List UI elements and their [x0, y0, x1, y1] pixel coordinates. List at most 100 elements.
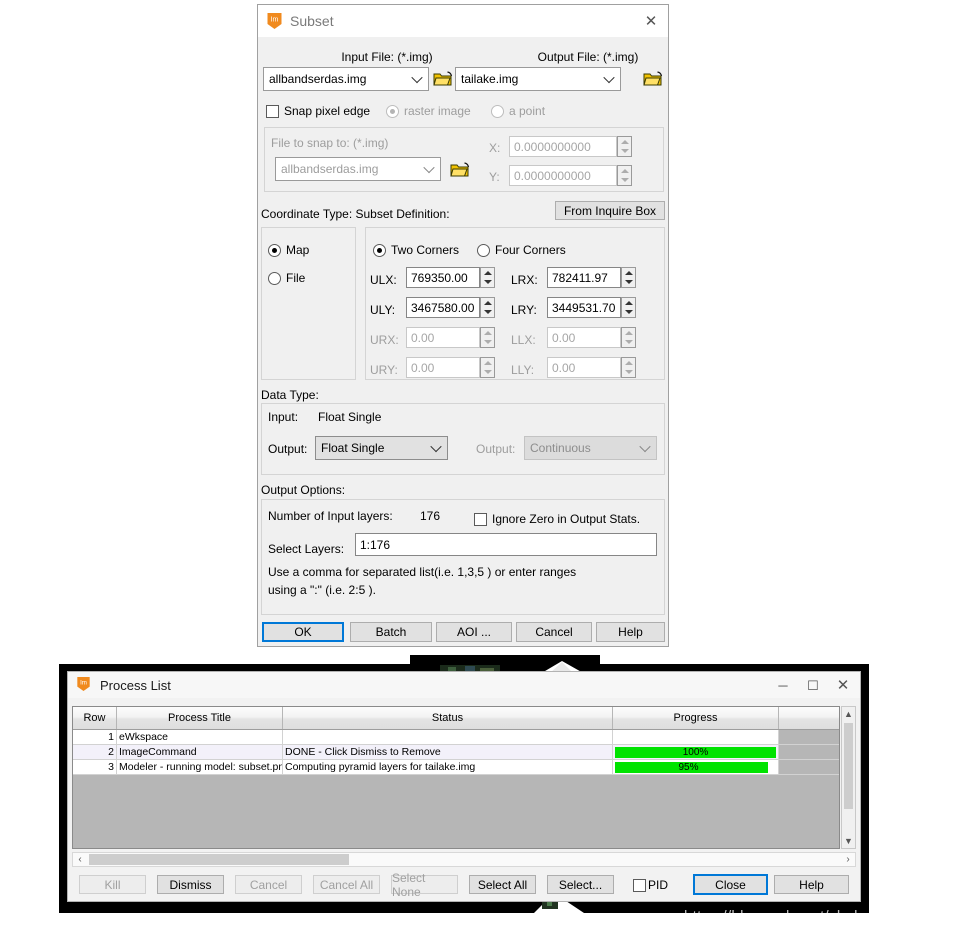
spinner-down[interactable]	[622, 337, 635, 346]
column-header-progress[interactable]: Progress	[613, 707, 779, 729]
llx-input[interactable]: 0.00	[547, 327, 621, 348]
chevron-left-icon[interactable]: ‹	[73, 854, 87, 865]
lly-spinner[interactable]	[621, 357, 636, 378]
dismiss-button[interactable]: Dismiss	[157, 875, 224, 894]
table-row[interactable]: 3 Modeler - running model: subset.pmdl C…	[73, 760, 839, 775]
cancel-button[interactable]: Cancel	[516, 622, 592, 642]
file-to-snap-combo[interactable]: allbandserdas.img	[275, 157, 441, 181]
chevron-up-icon[interactable]: ▲	[842, 707, 855, 721]
spinner-down[interactable]	[481, 277, 494, 286]
select-all-button[interactable]: Select All	[469, 875, 536, 894]
spinner-down[interactable]	[481, 307, 494, 316]
spinner-down[interactable]	[622, 277, 635, 286]
column-header-row[interactable]: Row	[73, 707, 117, 729]
data-type-input-label: Input:	[268, 410, 299, 424]
chevron-down-icon	[432, 443, 441, 452]
four-corners-radio[interactable]: Four Corners	[477, 243, 566, 257]
from-inquire-box-button[interactable]: From Inquire Box	[555, 201, 665, 220]
data-type-output2-value: Continuous	[530, 441, 591, 455]
close-icon[interactable]: ✕	[828, 670, 858, 700]
spinner-up[interactable]	[622, 298, 635, 307]
spinner-up[interactable]	[481, 328, 494, 337]
data-type-input-value: Float Single	[318, 410, 382, 424]
snap-pixel-edge-checkbox[interactable]: Snap pixel edge	[266, 104, 370, 118]
ulx-input[interactable]: 769350.00	[406, 267, 480, 288]
column-header-status[interactable]: Status	[283, 707, 613, 729]
table-row[interactable]: 2 ImageCommand DONE - Click Dismiss to R…	[73, 745, 839, 760]
process-table-header: Row Process Title Status Progress	[73, 707, 839, 730]
snap-pixel-edge-label: Snap pixel edge	[284, 104, 371, 118]
spinner-down[interactable]	[622, 307, 635, 316]
snap-x-spinner[interactable]	[617, 136, 632, 157]
ulx-spinner[interactable]	[480, 267, 495, 288]
select-none-button[interactable]: Select None	[391, 871, 458, 899]
lrx-spinner[interactable]	[621, 267, 636, 288]
llx-spinner[interactable]	[621, 327, 636, 348]
spinner-up[interactable]	[618, 166, 631, 175]
spinner-down[interactable]	[618, 146, 631, 155]
select-dialog-button[interactable]: Select...	[547, 875, 614, 894]
urx-spinner[interactable]	[480, 327, 495, 348]
scrollbar-thumb[interactable]	[844, 723, 853, 809]
spinner-up[interactable]	[622, 268, 635, 277]
chevron-right-icon[interactable]: ›	[841, 854, 855, 865]
spinner-up[interactable]	[481, 358, 494, 367]
lry-spinner[interactable]	[621, 297, 636, 318]
scrollbar-track[interactable]	[87, 854, 841, 865]
spinner-up[interactable]	[618, 137, 631, 146]
close-button[interactable]: Close	[693, 874, 768, 895]
pid-checkbox[interactable]: PID	[633, 878, 668, 892]
ok-button[interactable]: OK	[262, 622, 344, 642]
spinner-down[interactable]	[618, 175, 631, 184]
lry-input[interactable]: 3449531.70	[547, 297, 621, 318]
spinner-up[interactable]	[622, 328, 635, 337]
help-button[interactable]: Help	[774, 875, 849, 894]
uly-spinner[interactable]	[480, 297, 495, 318]
aoi-button[interactable]: AOI ...	[436, 622, 512, 642]
maximize-icon[interactable]: ☐	[798, 670, 828, 700]
scrollbar-thumb[interactable]	[89, 854, 349, 865]
spinner-up[interactable]	[481, 298, 494, 307]
minimize-icon[interactable]: ─	[768, 670, 798, 700]
input-file-combo[interactable]: allbandserdas.img	[263, 67, 429, 91]
uly-input[interactable]: 3467580.00	[406, 297, 480, 318]
cancel-button[interactable]: Cancel	[235, 875, 302, 894]
column-header-process-title[interactable]: Process Title	[117, 707, 283, 729]
output-file-combo[interactable]: tailake.img	[455, 67, 621, 91]
coord-type-file-radio[interactable]: File	[268, 271, 305, 285]
cancel-all-button[interactable]: Cancel All	[313, 875, 380, 894]
ignore-zero-checkbox[interactable]: Ignore Zero in Output Stats.	[474, 512, 640, 526]
snap-y-input[interactable]: 0.0000000000	[509, 165, 617, 186]
ury-input[interactable]: 0.00	[406, 357, 480, 378]
input-file-value: allbandserdas.img	[269, 72, 367, 86]
open-folder-icon[interactable]	[433, 70, 453, 88]
chevron-down-icon[interactable]: ▼	[842, 834, 855, 848]
kill-button[interactable]: Kill	[79, 875, 146, 894]
table-row[interactable]: 1 eWkspace	[73, 730, 839, 745]
open-folder-icon[interactable]	[643, 70, 663, 88]
lrx-input[interactable]: 782411.97	[547, 267, 621, 288]
coord-type-map-radio[interactable]: Map	[268, 243, 309, 257]
spinner-up[interactable]	[481, 268, 494, 277]
data-type-output2-combo[interactable]: Continuous	[524, 436, 657, 460]
select-layers-input[interactable]: 1:176	[355, 533, 657, 556]
snap-raster-image-radio[interactable]: raster image	[386, 104, 471, 118]
data-type-output-combo[interactable]: Float Single	[315, 436, 448, 460]
help-button[interactable]: Help	[596, 622, 665, 642]
two-corners-radio[interactable]: Two Corners	[373, 243, 459, 257]
spinner-down[interactable]	[481, 367, 494, 376]
spinner-down[interactable]	[622, 367, 635, 376]
snap-x-input[interactable]: 0.0000000000	[509, 136, 617, 157]
spinner-down[interactable]	[481, 337, 494, 346]
batch-button[interactable]: Batch	[350, 622, 432, 642]
spinner-up[interactable]	[622, 358, 635, 367]
snap-a-point-radio[interactable]: a point	[491, 104, 545, 118]
open-folder-icon[interactable]	[450, 161, 470, 179]
close-icon[interactable]: ✕	[636, 6, 666, 36]
urx-input[interactable]: 0.00	[406, 327, 480, 348]
vertical-scrollbar[interactable]: ▲ ▼	[841, 706, 856, 849]
lly-input[interactable]: 0.00	[547, 357, 621, 378]
ury-spinner[interactable]	[480, 357, 495, 378]
snap-y-spinner[interactable]	[617, 165, 632, 186]
horizontal-scrollbar[interactable]: ‹ ›	[72, 852, 856, 867]
